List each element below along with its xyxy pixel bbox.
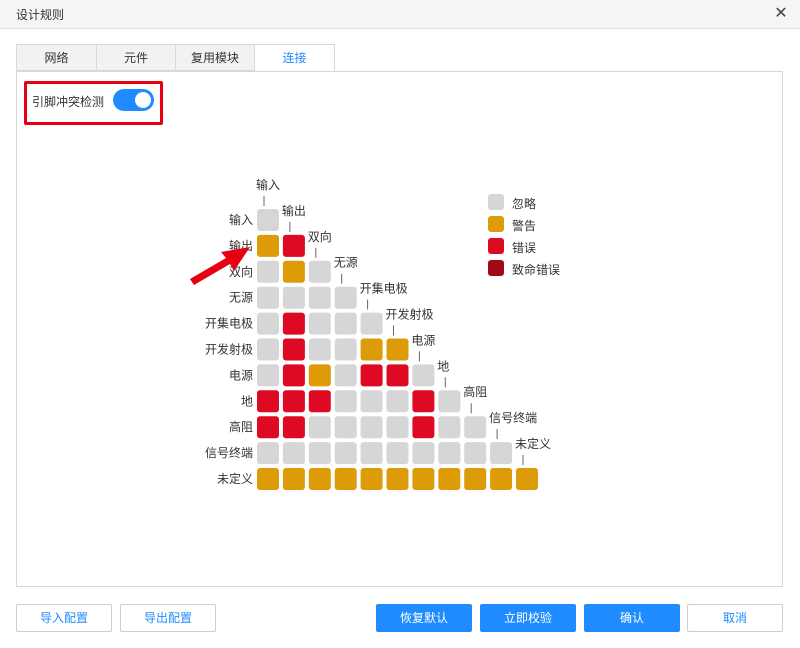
legend-swatch-ignore bbox=[488, 194, 504, 210]
ok-button[interactable]: 确认 bbox=[584, 604, 680, 632]
legend-label: 致命错误 bbox=[512, 263, 561, 277]
title-bar: 设计规则 ✕ bbox=[0, 0, 800, 29]
legend-swatch-warning bbox=[488, 216, 504, 232]
legend-item-ignore: 忽略 bbox=[488, 194, 588, 211]
legend-label: 错误 bbox=[512, 241, 537, 255]
pin-conflict-toggle[interactable] bbox=[113, 89, 154, 111]
connection-panel bbox=[16, 71, 783, 587]
tab-reuse-module[interactable]: 复用模块 bbox=[175, 44, 255, 71]
toggle-knob bbox=[135, 92, 151, 108]
tab-connection[interactable]: 连接 bbox=[254, 44, 335, 72]
export-config-button[interactable]: 导出配置 bbox=[120, 604, 216, 632]
window-title: 设计规则 bbox=[16, 8, 65, 22]
tab-net[interactable]: 网络 bbox=[16, 44, 97, 71]
legend-label: 警告 bbox=[512, 219, 537, 233]
legend-item-error: 错误 bbox=[488, 238, 588, 255]
verify-now-button[interactable]: 立即校验 bbox=[480, 604, 576, 632]
restore-default-button[interactable]: 恢复默认 bbox=[376, 604, 472, 632]
legend-item-fatal: 致命错误 bbox=[488, 260, 588, 277]
tab-component[interactable]: 元件 bbox=[96, 44, 176, 71]
legend-item-warning: 警告 bbox=[488, 216, 588, 233]
pin-conflict-toggle-label: 引脚冲突检测 bbox=[32, 95, 105, 109]
import-config-button[interactable]: 导入配置 bbox=[16, 604, 112, 632]
legend-label: 忽略 bbox=[512, 197, 537, 211]
legend-swatch-fatal bbox=[488, 260, 504, 276]
legend-swatch-error bbox=[488, 238, 504, 254]
cancel-button[interactable]: 取消 bbox=[687, 604, 783, 632]
close-icon[interactable]: ✕ bbox=[772, 4, 790, 22]
